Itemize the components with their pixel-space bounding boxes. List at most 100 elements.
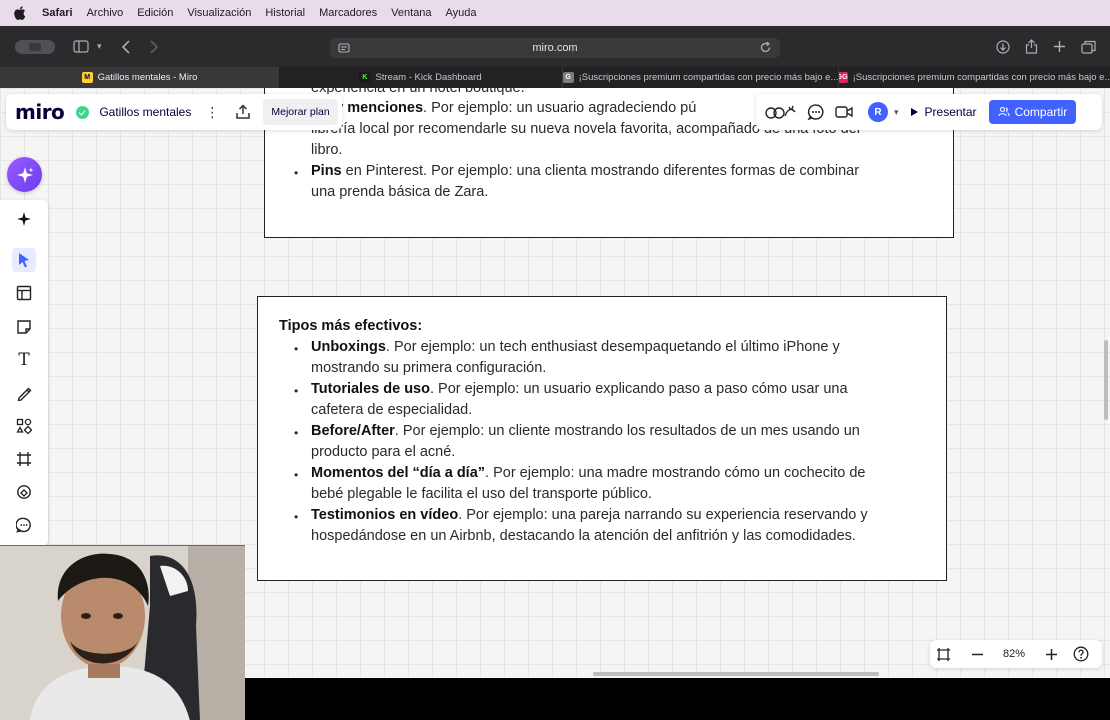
- help-icon[interactable]: [1068, 641, 1094, 667]
- present-button[interactable]: Presentar: [910, 100, 977, 124]
- reload-icon[interactable]: [759, 41, 772, 54]
- people-icon: [998, 106, 1010, 117]
- bold-fragment: Before/After: [311, 423, 395, 439]
- bold-fragment: Pins: [311, 163, 342, 179]
- more-options-icon[interactable]: ⋮: [205, 104, 219, 121]
- address-bar[interactable]: miro.com: [330, 38, 780, 58]
- chevron-down-icon[interactable]: ▾: [894, 107, 899, 118]
- miro-logo[interactable]: miro: [15, 100, 65, 124]
- share-label: Compartir: [1014, 105, 1068, 119]
- chevron-down-icon[interactable]: ▾: [97, 42, 102, 51]
- menu-edicion[interactable]: Edición: [137, 7, 173, 19]
- menu-ventana[interactable]: Ventana: [391, 7, 431, 19]
- tab-suscripciones-1[interactable]: G ¡Suscripciones premium compartidas con…: [562, 67, 838, 88]
- video-call-icon[interactable]: [834, 102, 854, 122]
- menu-historial[interactable]: Historial: [265, 7, 305, 19]
- vertical-scrollbar[interactable]: [1104, 340, 1108, 420]
- apps-icon[interactable]: [12, 480, 36, 504]
- upgrade-plan-button[interactable]: Mejorar plan: [263, 99, 338, 125]
- templates-icon[interactable]: [12, 281, 36, 305]
- list-item-text: Unboxings. Por ejemplo: un tech enthusia…: [279, 339, 840, 355]
- macos-menubar: Safari Archivo Edición Visualización His…: [0, 0, 1110, 26]
- tab-title: ¡Suscripciones premium compartidas con p…: [852, 72, 1110, 83]
- miro-collab-bar: R ▾ Presentar Compartir: [756, 94, 1102, 130]
- bold-fragment: menciones: [347, 100, 424, 116]
- export-icon[interactable]: [235, 104, 251, 120]
- text-fragment: . Por ejemplo: una pareja narrando su ex…: [458, 507, 868, 523]
- pen-tool-icon[interactable]: [12, 381, 36, 405]
- play-icon: [910, 108, 918, 116]
- g-favicon: G: [563, 72, 574, 83]
- list-item-continuation: producto para el acné.: [311, 444, 456, 460]
- menu-visualizacion[interactable]: Visualización: [187, 7, 251, 19]
- bullet-menciones: ets y menciones. Por ejemplo: un usuario…: [311, 98, 696, 119]
- text-fragment: . Por ejemplo: un usuario explicando pas…: [429, 381, 848, 397]
- menu-ayuda[interactable]: Ayuda: [446, 7, 477, 19]
- present-label: Presentar: [924, 105, 977, 119]
- tab-kick[interactable]: K Stream - Kick Dashboard: [278, 67, 562, 88]
- bold-fragment: Tutoriales de uso: [311, 381, 430, 397]
- zoom-controls: 82%: [930, 640, 1102, 668]
- page-settings-icon[interactable]: [338, 42, 350, 54]
- ai-assistant-button[interactable]: [7, 157, 42, 192]
- apple-icon[interactable]: [14, 6, 28, 20]
- back-icon[interactable]: [121, 40, 131, 54]
- list-item-continuation: hospedándose en un Airbnb, destacando la…: [311, 528, 856, 544]
- webcam-overlay: [0, 545, 245, 720]
- bold-fragment: Testimonios en vídeo: [311, 507, 459, 523]
- miro-favicon: M: [81, 72, 93, 83]
- downloads-icon[interactable]: [996, 40, 1010, 54]
- tab-miro[interactable]: M Gatillos mentales - Miro: [0, 67, 278, 88]
- text-tool-icon[interactable]: T: [12, 348, 36, 372]
- gg-favicon: GG: [839, 72, 848, 83]
- board-name[interactable]: Gatillos mentales: [99, 105, 191, 119]
- bullet-pins-line2: una prenda básica de Zara.: [311, 184, 489, 200]
- reactions-icon[interactable]: [764, 102, 798, 122]
- share-icon[interactable]: [1025, 39, 1038, 54]
- list-item-text: Testimonios en vídeo. Por ejemplo: una p…: [279, 507, 868, 523]
- bold-fragment: Momentos del “día a día”: [311, 465, 486, 481]
- list-item-continuation: cafetera de especialidad.: [311, 402, 473, 418]
- text-fragment: . Por ejemplo: una madre mostrando cómo …: [485, 465, 866, 481]
- list-item-text: Before/After. Por ejemplo: un cliente mo…: [279, 423, 860, 439]
- miro-board-header: miro Gatillos mentales ⋮ Mejorar plan: [6, 94, 342, 130]
- menu-archivo[interactable]: Archivo: [87, 7, 124, 19]
- zoom-level[interactable]: 82%: [996, 648, 1032, 660]
- menu-safari[interactable]: Safari: [42, 7, 73, 19]
- comment-icon[interactable]: [12, 513, 36, 537]
- select-tool-icon[interactable]: [12, 248, 36, 272]
- list-item-continuation: bebé plegable le facilita el uso del tra…: [311, 486, 652, 502]
- share-button[interactable]: Compartir: [988, 100, 1077, 124]
- menu-marcadores[interactable]: Marcadores: [319, 7, 377, 19]
- tab-title: Stream - Kick Dashboard: [375, 72, 482, 83]
- url-text: miro.com: [532, 42, 578, 54]
- tab-overview-icon[interactable]: [1081, 40, 1096, 54]
- shapes-icon[interactable]: [12, 414, 36, 438]
- text-fragment: . Por ejemplo: un tech enthusiast desemp…: [385, 339, 840, 355]
- new-tab-icon[interactable]: [1053, 40, 1066, 53]
- tab-bar: M Gatillos mentales - Miro K Stream - Ki…: [0, 67, 1110, 88]
- text-fragment: . Por ejemplo: un usuario agradeciendo p…: [423, 100, 697, 116]
- left-toolbar: T: [0, 200, 48, 546]
- list-item: Unboxings. Por ejemplo: un tech enthusia…: [279, 337, 840, 358]
- tab-group-toggle[interactable]: [15, 40, 55, 54]
- list-item-text: Momentos del “día a día”. Por ejemplo: u…: [279, 465, 865, 481]
- list-item: Tutoriales de uso. Por ejemplo: un usuar…: [279, 379, 848, 400]
- sticky-note-icon[interactable]: [12, 315, 36, 339]
- fit-to-screen-icon[interactable]: [930, 641, 956, 667]
- horizontal-scrollbar[interactable]: [593, 672, 879, 676]
- tab-title: ¡Suscripciones premium compartidas con p…: [578, 72, 838, 83]
- text-fragment: en Pinterest. Por ejemplo: una clienta m…: [341, 163, 860, 179]
- kick-favicon: K: [359, 72, 371, 83]
- heading-tipos-efectivos: Tipos más efectivos:: [279, 318, 423, 334]
- forward-icon[interactable]: [149, 40, 159, 54]
- user-avatar[interactable]: R: [868, 102, 888, 122]
- tab-suscripciones-2[interactable]: GG ¡Suscripciones premium compartidas co…: [838, 67, 1110, 88]
- magic-tools-icon[interactable]: [12, 207, 36, 231]
- chat-icon[interactable]: [806, 102, 826, 122]
- zoom-in-button[interactable]: [1038, 641, 1064, 667]
- list-item-continuation: mostrando su primera configuración.: [311, 360, 547, 376]
- zoom-out-button[interactable]: [964, 641, 990, 667]
- sidebar-icon[interactable]: [73, 40, 89, 53]
- frame-tool-icon[interactable]: [12, 447, 36, 471]
